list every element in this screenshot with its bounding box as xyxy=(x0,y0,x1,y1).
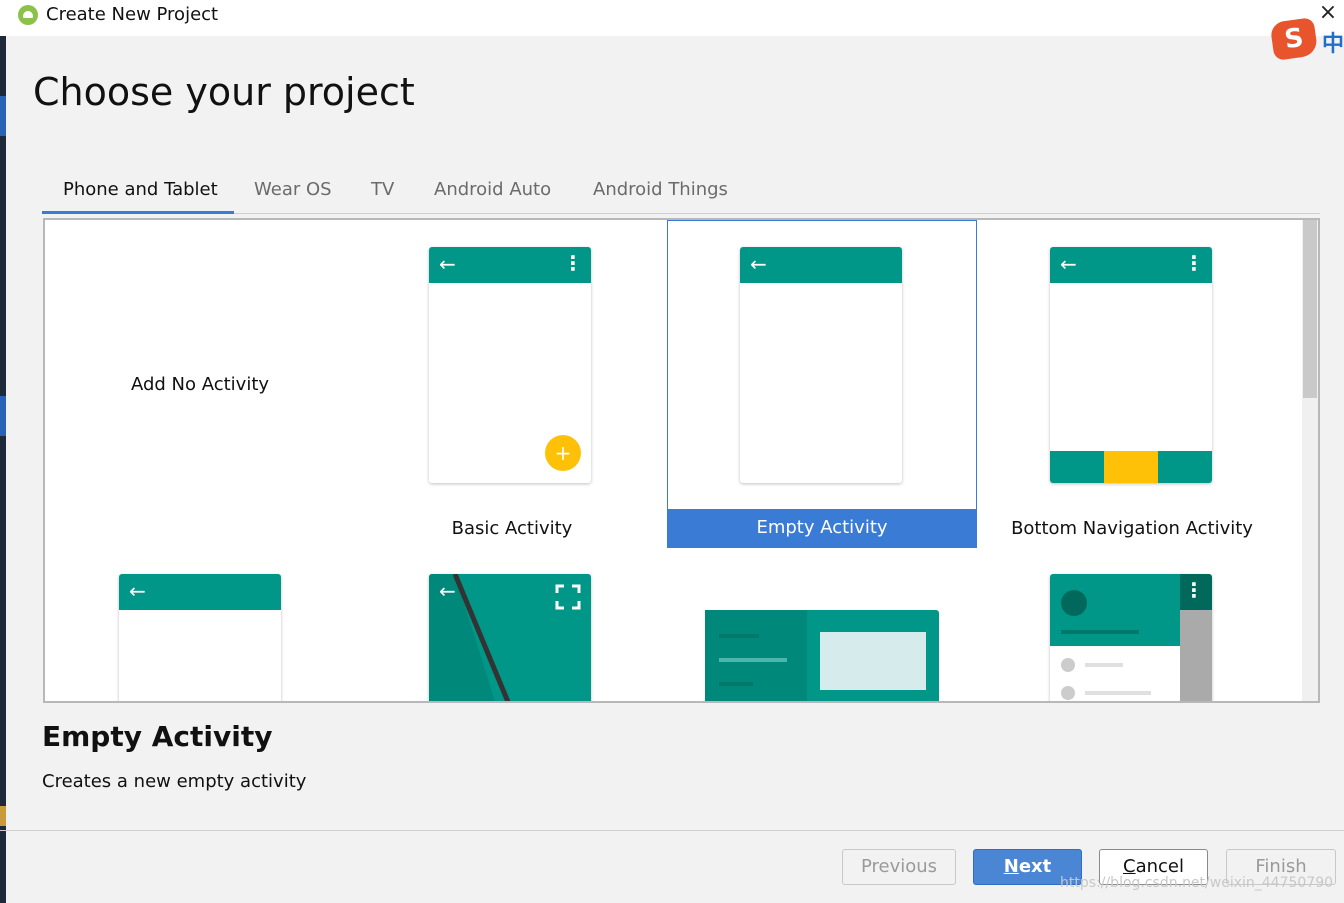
title-bar: Create New Project × xyxy=(0,0,1344,36)
app-bar: ← xyxy=(740,247,902,283)
template-row2-col1-preview[interactable]: ← xyxy=(119,574,281,701)
back-arrow-icon: ← xyxy=(750,252,767,276)
android-studio-icon xyxy=(18,5,38,25)
footer-divider xyxy=(0,830,1344,831)
template-basic-activity-preview[interactable]: ← ⋮ + xyxy=(429,247,591,483)
selected-template-description: Creates a new empty activity xyxy=(42,771,307,792)
back-arrow-icon: ← xyxy=(1060,252,1077,276)
template-fullscreen-preview[interactable]: ← xyxy=(429,574,591,701)
selected-template-title: Empty Activity xyxy=(42,720,273,753)
gallery-scrollbar-thumb[interactable] xyxy=(1303,220,1317,398)
window-title: Create New Project xyxy=(46,4,219,25)
page-title: Choose your project xyxy=(33,70,415,114)
template-basic-activity-label[interactable]: Basic Activity xyxy=(357,517,667,541)
fullscreen-icon xyxy=(555,584,581,610)
fab-add-icon: + xyxy=(545,435,581,471)
ime-indicator[interactable]: S xyxy=(1269,17,1319,61)
back-arrow-icon: ← xyxy=(129,579,146,603)
overflow-menu-icon: ⋮ xyxy=(1184,251,1204,275)
ime-mode-label[interactable]: 中 xyxy=(1322,26,1344,58)
sogou-ime-icon: S xyxy=(1269,17,1319,61)
template-gallery: Add No Activity ← ⋮ + Basic Activity ← E… xyxy=(43,218,1320,703)
template-bottom-navigation-label[interactable]: Bottom Navigation Activity xyxy=(977,517,1287,541)
gallery-scrollbar[interactable] xyxy=(1302,220,1318,701)
template-navigation-drawer-preview[interactable]: ⋮ xyxy=(1050,574,1212,701)
active-tab-indicator xyxy=(42,211,234,214)
watermark: https://blog.csdn.net/weixin_44750790 xyxy=(1060,875,1334,891)
overflow-menu-icon: ⋮ xyxy=(1184,578,1204,602)
next-label-rest: ext xyxy=(1018,856,1052,877)
avatar xyxy=(1061,590,1087,616)
tab-tv[interactable]: TV xyxy=(371,178,394,202)
back-arrow-icon: ← xyxy=(439,579,456,603)
close-icon[interactable]: × xyxy=(1316,0,1340,26)
desktop-background-strip xyxy=(0,36,6,903)
tab-android-things[interactable]: Android Things xyxy=(593,178,728,202)
app-bar: ← ⋮ xyxy=(429,247,591,283)
previous-button[interactable]: Previous xyxy=(842,849,956,885)
next-mnemonic: N xyxy=(1003,856,1019,877)
template-bottom-navigation-preview[interactable]: ← ⋮ xyxy=(1050,247,1212,483)
back-arrow-icon: ← xyxy=(439,252,456,276)
bottom-nav-bar xyxy=(1050,451,1212,483)
app-bar: ← ⋮ xyxy=(1050,247,1212,283)
tab-wear-os[interactable]: Wear OS xyxy=(254,178,332,202)
tab-android-auto[interactable]: Android Auto xyxy=(434,178,551,202)
template-add-no-activity[interactable]: Add No Activity xyxy=(45,373,355,397)
form-factor-tabs: Phone and Tablet Wear OS TV Android Auto… xyxy=(42,170,1320,214)
template-empty-activity-preview[interactable]: ← xyxy=(740,247,902,483)
template-master-detail-preview[interactable] xyxy=(705,610,939,701)
template-empty-activity-label[interactable]: Empty Activity xyxy=(667,516,977,540)
tab-phone-and-tablet[interactable]: Phone and Tablet xyxy=(63,178,218,202)
overflow-menu-icon: ⋮ xyxy=(563,251,583,275)
app-bar: ← xyxy=(119,574,281,610)
